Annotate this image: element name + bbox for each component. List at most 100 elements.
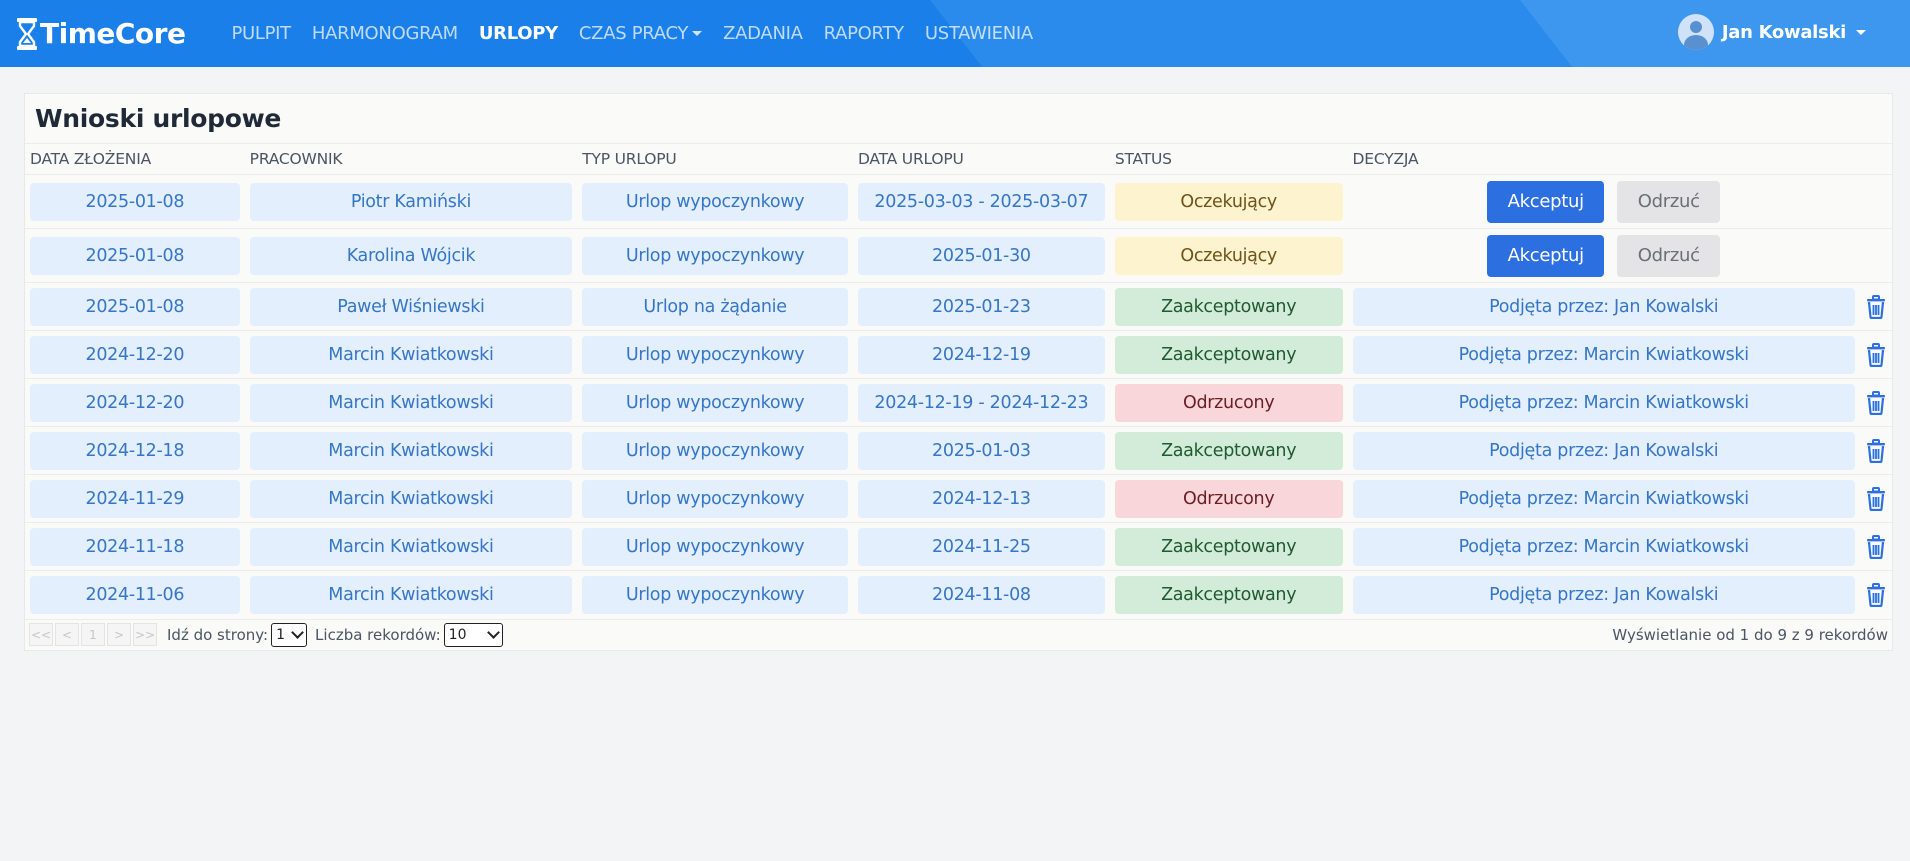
cell-submitted-date: 2025-01-08 [25,175,245,229]
trash-icon[interactable] [1865,534,1887,559]
reject-button[interactable]: Odrzuć [1617,234,1721,277]
main-nav: PULPIT HARMONOGRAM URLOPY CZAS PRACY ZADANIA… [231,23,1054,44]
page-title: Wnioski urlopowe [35,104,282,133]
leave-type: Urlop na żądanie [582,287,848,326]
leave-type: Urlop wypoczynkowy [582,479,848,518]
decision-by: Podjęta przez: Jan Kowalski [1352,575,1855,614]
employee-name: Marcin Kwiatkowski [249,431,573,470]
accept-button[interactable]: Akceptuj [1487,180,1605,223]
employee-name: Karolina Wójcik [249,236,573,275]
brand-logo[interactable]: TimeCore [16,17,186,51]
accept-button[interactable]: Akceptuj [1487,234,1605,277]
records-info: Wyświetlanie od 1 do 9 z 9 rekordów [1612,625,1888,644]
trash-icon[interactable] [1865,390,1887,415]
status-badge: Zaakceptowany [1114,335,1343,374]
cell-status: Odrzucony [1110,379,1348,427]
cell-submitted-date: 2025-01-08 [25,283,245,331]
nav-item-pulpit[interactable]: PULPIT [231,23,291,44]
leave-requests-card: Wnioski urlopowe DATA ZŁOŻENIA PRACOWNIK T… [24,93,1893,651]
status-badge: Odrzucony [1114,383,1343,422]
trash-icon[interactable] [1865,342,1887,367]
nav-item-czas-pracy[interactable]: CZAS PRACY [579,23,703,44]
cell-employee-name: Marcin Kwiatkowski [245,379,578,427]
table-row: 2025-01-08 Paweł Wiśniewski Urlop na żądan… [25,282,1892,331]
cell-leave-dates: 2024-12-13 [853,475,1110,523]
leave-type: Urlop wypoczynkowy [582,383,848,422]
trash-icon[interactable] [1865,582,1887,607]
table-footer: << <1 > >> Idź do strony: 1 Liczba rekordów… [25,618,1892,650]
cell-status: Zaakceptowany [1110,331,1348,379]
cell-employee-name: Marcin Kwiatkowski [245,571,578,619]
column-header: DECYZJA [1347,143,1860,175]
status-badge: Odrzucony [1114,479,1343,518]
cell-actions [1860,523,1892,571]
submitted-date: 2024-11-06 [30,575,240,614]
cell-submitted-date: 2024-12-20 [25,379,245,427]
nav-item-harmonogram[interactable]: HARMONOGRAM [312,23,458,44]
cell-leave-type: Urlop na żądanie [577,283,853,331]
user-name: Jan Kowalski [1721,21,1846,43]
cell-decision: Podjęta przez: Marcin Kwiatkowski [1348,523,1860,571]
leave-dates: 2025-03-03 - 2025-03-07 [857,182,1105,221]
top-navbar: TimeCore PULPIT HARMONOGRAM URLOPY CZAS PRA… [0,0,1910,67]
cell-status: Zaakceptowany [1110,571,1348,619]
next-page-button[interactable]: > [107,623,131,646]
user-menu[interactable]: Jan Kowalski [1677,14,1866,50]
column-header: STATUS [1109,143,1348,175]
trash-icon[interactable] [1865,294,1887,319]
page-size-select[interactable]: 10 [443,622,503,647]
submitted-date: 2025-01-08 [30,182,240,221]
cell-decision: Podjęta przez: Marcin Kwiatkowski [1348,475,1860,523]
cell-leave-dates: 2025-03-03 - 2025-03-07 [853,175,1110,229]
table-row: 2024-11-29 Marcin Kwiatkowski Urlop wypocz… [25,474,1892,523]
cell-employee-name: Marcin Kwiatkowski [245,331,578,379]
brand-name: TimeCore [40,17,186,50]
table-row: 2024-12-20 Marcin Kwiatkowski Urlop wypocz… [25,378,1892,427]
nav-item-label: USTAWIENIA [924,23,1033,44]
page-1-button[interactable]: 1 [81,623,105,646]
leave-type: Urlop wypoczynkowy [582,575,848,614]
trash-icon[interactable] [1865,486,1887,511]
submitted-date: 2024-12-18 [30,431,240,470]
nav-item-ustawienia[interactable]: USTAWIENIA [925,23,1033,44]
employee-name: Marcin Kwiatkowski [249,479,573,518]
cell-status: Zaakceptowany [1110,427,1348,475]
nav-item-zadania[interactable]: ZADANIA [723,23,803,44]
cell-leave-dates: 2025-01-23 [853,283,1110,331]
nav-item-label: HARMONOGRAM [311,23,458,44]
leave-dates: 2024-11-25 [857,527,1105,566]
submitted-date: 2024-11-18 [30,527,240,566]
cell-employee-name: Piotr Kamiński [245,175,578,229]
nav-item-raporty[interactable]: RAPORTY [824,23,905,44]
cell-actions [1860,379,1892,427]
cell-submitted-date: 2024-11-29 [25,475,245,523]
prev-page-button[interactable]: < [55,623,79,646]
leave-type: Urlop wypoczynkowy [582,335,848,374]
leave-dates: 2025-01-03 [857,431,1105,470]
page-select[interactable]: 1 [271,622,308,647]
decision-actions: Akceptuj Odrzuć [1353,180,1855,223]
cell-status: Zaakceptowany [1110,283,1348,331]
status-badge: Zaakceptowany [1114,287,1343,326]
submitted-date: 2024-12-20 [30,383,240,422]
decision-actions: Akceptuj Odrzuć [1353,234,1855,277]
table-row: 2024-12-18 Marcin Kwiatkowski Urlop wypocz… [25,426,1892,475]
cell-actions [1860,427,1892,475]
cell-employee-name: Marcin Kwiatkowski [245,475,578,523]
decision-by: Podjęta przez: Marcin Kwiatkowski [1352,383,1855,422]
column-header: PRACOWNIK [244,143,578,175]
cell-decision: Akceptuj Odrzuć [1348,175,1860,229]
reject-button[interactable]: Odrzuć [1617,180,1721,223]
hourglass-icon [17,17,37,50]
employee-name: Marcin Kwiatkowski [249,383,573,422]
nav-item-urlopy[interactable]: URLOPY [479,23,558,44]
cell-submitted-date: 2024-12-18 [25,427,245,475]
table-row: 2025-01-08 Karolina Wójcik Urlop wypoczynk… [25,228,1892,283]
first-page-button[interactable]: << [29,623,53,646]
cell-submitted-date: 2024-11-18 [25,523,245,571]
last-page-button[interactable]: >> [133,623,157,646]
trash-icon[interactable] [1865,438,1887,463]
leave-type: Urlop wypoczynkowy [582,236,848,275]
leave-dates: 2025-01-23 [857,287,1105,326]
decision-by: Podjęta przez: Marcin Kwiatkowski [1352,479,1855,518]
